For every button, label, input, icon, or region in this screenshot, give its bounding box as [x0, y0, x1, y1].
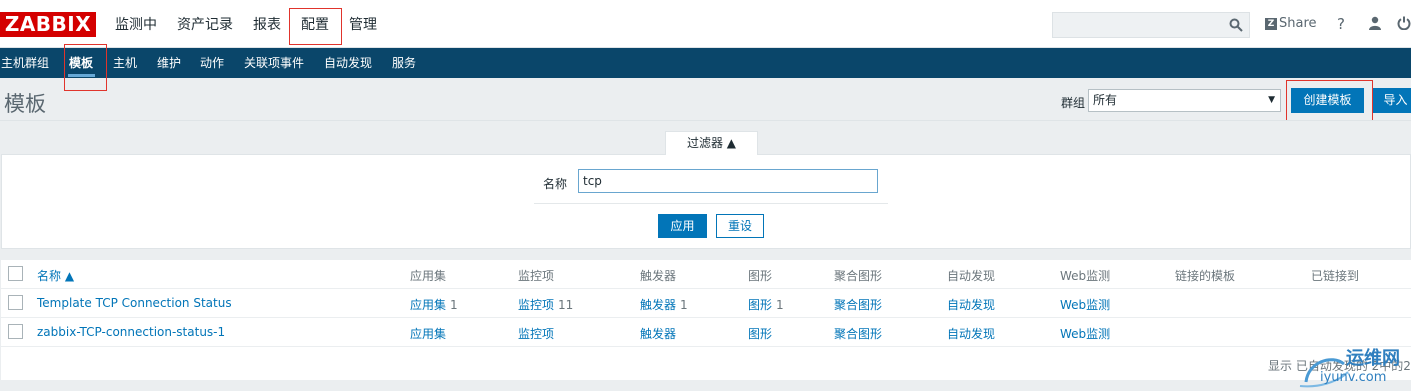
share-link[interactable]: Z Share — [1265, 16, 1317, 31]
column-header-items: 监控项 — [518, 269, 555, 283]
triggers-count: 1 — [680, 298, 688, 312]
top-bar: ZABBIX 监测中 资产记录 报表 配置 管理 Z Share ? — [0, 0, 1411, 48]
subnav-actions[interactable]: 动作 — [200, 56, 224, 70]
nav-configuration[interactable]: 配置 — [301, 16, 329, 34]
group-select[interactable]: 所有 ▼ — [1088, 89, 1281, 112]
applications-count: 1 — [450, 298, 458, 312]
column-header-discovery: 自动发现 — [947, 269, 996, 283]
screens-link[interactable]: 聚合图形 — [834, 325, 882, 342]
table-row: Template TCP Connection Status 应用集 1 监控项 1… — [1, 289, 1411, 318]
watermark-logo: 运维网 iyunv.com — [1298, 342, 1411, 391]
nav-monitoring[interactable]: 监测中 — [115, 16, 157, 34]
subnav-host-groups[interactable]: 主机群组 — [1, 56, 49, 70]
filter-name-label: 名称 — [543, 177, 568, 191]
column-header-web: Web监测 — [1060, 269, 1111, 283]
column-header-linked-templates: 链接的模板 — [1175, 269, 1236, 283]
group-select-value: 所有 — [1093, 93, 1118, 107]
column-header-applications: 应用集 — [410, 269, 447, 283]
search-icon[interactable] — [1229, 18, 1243, 35]
column-header-screens: 聚合图形 — [834, 269, 883, 283]
templates-table: 名称 ▲ 应用集 监控项 触发器 图形 聚合图形 自动发现 Web监测 链接的模… — [1, 260, 1411, 380]
filter-divider — [534, 203, 888, 204]
template-name-link[interactable]: zabbix-TCP-connection-status-1 — [37, 325, 225, 339]
active-tab-indicator — [68, 74, 95, 77]
apply-button[interactable]: 应用 — [658, 214, 707, 238]
filter-toggle-tab[interactable]: 过滤器 ▲ — [665, 131, 758, 155]
graphs-link[interactable]: 图形 — [748, 325, 772, 342]
nav-administration[interactable]: 管理 — [349, 16, 377, 34]
row-checkbox[interactable] — [8, 295, 23, 310]
chevron-down-icon: ▼ — [1268, 95, 1275, 105]
row-checkbox[interactable] — [8, 324, 23, 339]
table-header-row: 名称 ▲ 应用集 监控项 触发器 图形 聚合图形 自动发现 Web监测 链接的模… — [1, 260, 1411, 289]
graphs-link[interactable]: 图形 — [748, 298, 772, 312]
items-cell: 监控项 11 — [518, 296, 573, 313]
column-header-name[interactable]: 名称 ▲ — [37, 267, 74, 284]
subnav-hosts[interactable]: 主机 — [113, 56, 137, 70]
zabbix-logo[interactable]: ZABBIX — [0, 12, 96, 37]
subnav-services[interactable]: 服务 — [392, 56, 416, 70]
column-header-triggers: 触发器 — [640, 269, 677, 283]
subnav-discovery[interactable]: 自动发现 — [324, 56, 372, 70]
items-count: 11 — [558, 298, 574, 312]
items-link[interactable]: 监控项 — [518, 298, 554, 312]
help-icon[interactable]: ? — [1337, 15, 1345, 33]
watermark-url: iyunv.com — [1320, 370, 1387, 385]
user-profile-icon[interactable] — [1368, 16, 1382, 34]
applications-link[interactable]: 应用集 — [410, 298, 446, 312]
search-input[interactable] — [1052, 12, 1250, 38]
subnav-event-correlation[interactable]: 关联项事件 — [244, 56, 304, 70]
template-name-link[interactable]: Template TCP Connection Status — [37, 296, 232, 310]
applications-cell: 应用集 1 — [410, 296, 458, 313]
table-row: zabbix-TCP-connection-status-1 应用集 监控项 触… — [1, 318, 1411, 347]
applications-link[interactable]: 应用集 — [410, 325, 446, 342]
sub-nav: 主机群组 模板 主机 维护 动作 关联项事件 自动发现 服务 — [0, 48, 1411, 78]
subnav-maintenance[interactable]: 维护 — [157, 56, 181, 70]
page-title: 模板 — [4, 92, 46, 116]
header-divider — [0, 120, 1411, 121]
logout-icon[interactable] — [1397, 16, 1411, 34]
filter-name-input[interactable]: tcp — [578, 169, 878, 193]
nav-inventory[interactable]: 资产记录 — [177, 16, 233, 34]
screens-link[interactable]: 聚合图形 — [834, 296, 882, 313]
discovery-link[interactable]: 自动发现 — [947, 325, 995, 342]
share-icon: Z — [1265, 17, 1277, 30]
reset-button[interactable]: 重设 — [716, 214, 764, 238]
import-button[interactable]: 导入 — [1373, 88, 1411, 113]
column-header-linked-to: 已链接到 — [1311, 269, 1360, 283]
column-header-graphs: 图形 — [748, 269, 773, 283]
graphs-count: 1 — [776, 298, 784, 312]
subnav-templates[interactable]: 模板 — [69, 56, 93, 70]
triggers-link[interactable]: 触发器 — [640, 325, 676, 342]
web-link[interactable]: Web监测 — [1060, 296, 1110, 313]
watermark-text: 运维网 — [1346, 348, 1400, 369]
create-template-button[interactable]: 创建模板 — [1291, 88, 1364, 113]
group-label: 群组 — [1061, 96, 1086, 110]
nav-reports[interactable]: 报表 — [253, 16, 281, 34]
triggers-link[interactable]: 触发器 — [640, 298, 676, 312]
web-link[interactable]: Web监测 — [1060, 325, 1110, 342]
select-all-checkbox[interactable] — [8, 266, 23, 281]
graphs-cell: 图形 1 — [748, 296, 784, 313]
share-label: Share — [1279, 16, 1317, 31]
items-link[interactable]: 监控项 — [518, 325, 554, 342]
discovery-link[interactable]: 自动发现 — [947, 296, 995, 313]
triggers-cell: 触发器 1 — [640, 296, 688, 313]
